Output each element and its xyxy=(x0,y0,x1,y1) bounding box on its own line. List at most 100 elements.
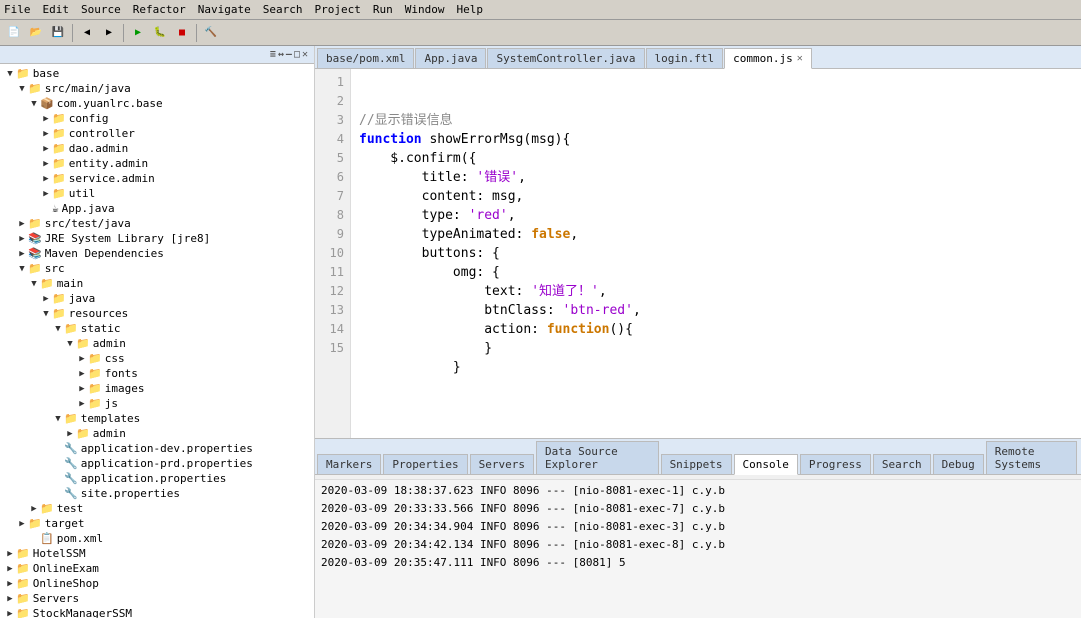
bottom-tab-properties[interactable]: Properties xyxy=(383,454,467,474)
tree-item-25[interactable]: 🔧application-dev.properties xyxy=(0,441,314,456)
tree-item-9[interactable]: ☕App.java xyxy=(0,201,314,216)
tree-item-34[interactable]: ▶📁OnlineShop xyxy=(0,576,314,591)
tree-item-36[interactable]: ▶📁StockManagerSSM xyxy=(0,606,314,618)
tree-item-23[interactable]: ▼📁templates xyxy=(0,411,314,426)
tree-item-18[interactable]: ▼📁admin xyxy=(0,336,314,351)
tree-label-20: fonts xyxy=(105,367,138,380)
code-line-2: function showErrorMsg(msg){ xyxy=(359,130,1073,149)
sidebar-maximize-btn[interactable]: □ xyxy=(294,49,300,60)
tree-arrow-18: ▼ xyxy=(64,339,76,349)
bottom-tab-snippets[interactable]: Snippets xyxy=(661,454,732,474)
tree-label-34: OnlineShop xyxy=(33,577,99,590)
tree-item-5[interactable]: ▶📁dao.admin xyxy=(0,141,314,156)
tree-item-26[interactable]: 🔧application-prd.properties xyxy=(0,456,314,471)
menu-edit[interactable]: Edit xyxy=(43,3,70,16)
bottom-tab-remote-systems[interactable]: Remote Systems xyxy=(986,441,1077,474)
bottom-tab-bar: MarkersPropertiesServersData Source Expl… xyxy=(315,439,1081,475)
toolbar-back[interactable]: ◀ xyxy=(77,23,97,43)
tree-item-22[interactable]: ▶📁js xyxy=(0,396,314,411)
menu-help[interactable]: Help xyxy=(456,3,483,16)
menu-navigate[interactable]: Navigate xyxy=(198,3,251,16)
toolbar-debug[interactable]: 🐛 xyxy=(150,23,170,43)
tree-label-27: application.properties xyxy=(81,472,227,485)
tree-item-32[interactable]: ▶📁HotelSSM xyxy=(0,546,314,561)
tree-arrow-33: ▶ xyxy=(4,564,16,574)
toolbar-forward[interactable]: ▶ xyxy=(99,23,119,43)
menu-window[interactable]: Window xyxy=(405,3,445,16)
tab-1[interactable]: App.java xyxy=(415,48,486,68)
bottom-tab-console[interactable]: Console xyxy=(734,454,798,475)
toolbar-run[interactable]: ▶ xyxy=(128,23,148,43)
menu-project[interactable]: Project xyxy=(314,3,360,16)
tab-close-4[interactable]: ✕ xyxy=(797,53,803,64)
tree-item-1[interactable]: ▼📁src/main/java xyxy=(0,81,314,96)
tree-item-0[interactable]: ▼📁base xyxy=(0,66,314,81)
bottom-tab-debug[interactable]: Debug xyxy=(933,454,984,474)
tree-item-17[interactable]: ▼📁static xyxy=(0,321,314,336)
tree-item-30[interactable]: ▶📁target xyxy=(0,516,314,531)
line-num-7: 7 xyxy=(315,187,350,206)
tree-item-13[interactable]: ▼📁src xyxy=(0,261,314,276)
tab-4[interactable]: common.js✕ xyxy=(724,48,812,69)
tree-icon-21: 📁 xyxy=(88,382,102,395)
bottom-tab-search[interactable]: Search xyxy=(873,454,931,474)
tree-item-28[interactable]: 🔧site.properties xyxy=(0,486,314,501)
sidebar-collapse-btn[interactable]: ≡ xyxy=(270,49,276,60)
menu-file[interactable]: File xyxy=(4,3,31,16)
tab-0[interactable]: base/pom.xml xyxy=(317,48,414,68)
tree-item-21[interactable]: ▶📁images xyxy=(0,381,314,396)
tree-item-3[interactable]: ▶📁config xyxy=(0,111,314,126)
tree-item-27[interactable]: 🔧application.properties xyxy=(0,471,314,486)
bottom-tab-progress[interactable]: Progress xyxy=(800,454,871,474)
tree-icon-34: 📁 xyxy=(16,577,30,590)
tree-icon-0: 📁 xyxy=(16,67,30,80)
tree-item-35[interactable]: ▶📁Servers xyxy=(0,591,314,606)
toolbar-save[interactable]: 💾 xyxy=(48,23,68,43)
tree-item-12[interactable]: ▶📚Maven Dependencies xyxy=(0,246,314,261)
menu-source[interactable]: Source xyxy=(81,3,121,16)
toolbar-build[interactable]: 🔨 xyxy=(201,23,221,43)
tree-item-24[interactable]: ▶📁admin xyxy=(0,426,314,441)
toolbar-sep-1 xyxy=(72,24,73,42)
menu-run[interactable]: Run xyxy=(373,3,393,16)
toolbar-new[interactable]: 📄 xyxy=(4,23,24,43)
tree-item-14[interactable]: ▼📁main xyxy=(0,276,314,291)
tree-item-31[interactable]: 📋pom.xml xyxy=(0,531,314,546)
tree-item-33[interactable]: ▶📁OnlineExam xyxy=(0,561,314,576)
tab-3[interactable]: login.ftl xyxy=(646,48,724,68)
tree-item-19[interactable]: ▶📁css xyxy=(0,351,314,366)
code-editor[interactable]: 123456789101112131415 //显示错误信息function s… xyxy=(315,69,1081,438)
tree-item-4[interactable]: ▶📁controller xyxy=(0,126,314,141)
tree-item-11[interactable]: ▶📚JRE System Library [jre8] xyxy=(0,231,314,246)
tree-item-2[interactable]: ▼📦com.yuanlrc.base xyxy=(0,96,314,111)
toolbar-stop[interactable]: ■ xyxy=(172,23,192,43)
main-layout: ≡ ↔ — □ ✕ ▼📁base▼📁src/main/java▼📦com.yua… xyxy=(0,46,1081,618)
code-line-12: action: function(){ xyxy=(359,320,1073,339)
menu-refactor[interactable]: Refactor xyxy=(133,3,186,16)
tree-label-22: js xyxy=(105,397,118,410)
code-line-9: omg: { xyxy=(359,263,1073,282)
code-content[interactable]: //显示错误信息function showErrorMsg(msg){ $.co… xyxy=(351,69,1081,438)
tree-item-10[interactable]: ▶📁src/test/java xyxy=(0,216,314,231)
tree-item-6[interactable]: ▶📁entity.admin xyxy=(0,156,314,171)
tree-arrow-30: ▶ xyxy=(16,519,28,529)
bottom-tab-markers[interactable]: Markers xyxy=(317,454,381,474)
tree-item-7[interactable]: ▶📁service.admin xyxy=(0,171,314,186)
tree-icon-36: 📁 xyxy=(16,607,30,618)
bottom-tab-data-source-explorer[interactable]: Data Source Explorer xyxy=(536,441,659,474)
tree-label-10: src/test/java xyxy=(45,217,131,230)
tree-arrow-24: ▶ xyxy=(64,429,76,439)
bottom-tab-servers[interactable]: Servers xyxy=(470,454,534,474)
sidebar-minimize-btn[interactable]: — xyxy=(286,49,292,60)
editor-area: base/pom.xmlApp.javaSystemController.jav… xyxy=(315,46,1081,618)
sidebar-close-btn[interactable]: ✕ xyxy=(302,49,308,60)
menu-search[interactable]: Search xyxy=(263,3,303,16)
toolbar-open[interactable]: 📂 xyxy=(26,23,46,43)
tree-item-15[interactable]: ▶📁java xyxy=(0,291,314,306)
tree-item-8[interactable]: ▶📁util xyxy=(0,186,314,201)
tree-item-29[interactable]: ▶📁test xyxy=(0,501,314,516)
tree-item-20[interactable]: ▶📁fonts xyxy=(0,366,314,381)
tree-item-16[interactable]: ▼📁resources xyxy=(0,306,314,321)
tab-2[interactable]: SystemController.java xyxy=(487,48,644,68)
sidebar-sync-btn[interactable]: ↔ xyxy=(278,49,284,60)
